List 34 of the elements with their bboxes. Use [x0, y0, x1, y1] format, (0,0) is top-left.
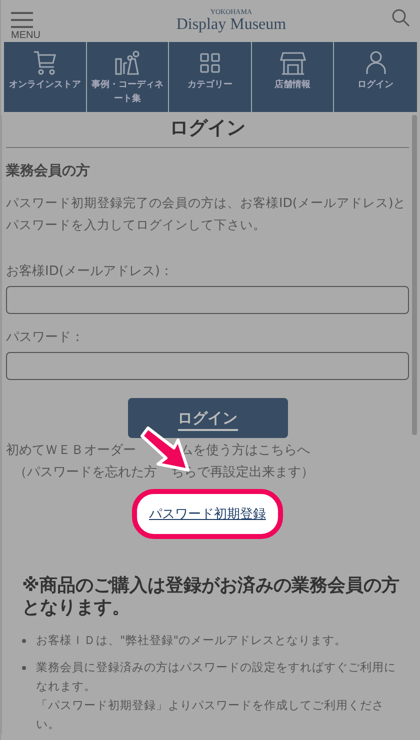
nav-item[interactable]: オンラインストア — [4, 42, 87, 112]
section-heading: 業務会員の方 — [6, 162, 91, 180]
nav-label: 店舗情報 — [274, 79, 312, 92]
page-title: ログイン — [168, 116, 246, 141]
bullet-icon — [22, 639, 26, 643]
nav-item[interactable]: 店舗情報 — [252, 42, 334, 112]
info-text: （パスワードを忘れた方 — [14, 465, 157, 480]
nav-item[interactable]: ログイン — [334, 42, 417, 112]
nav-item[interactable]: カテゴリー — [169, 42, 252, 112]
login-button[interactable]: ログイン — [128, 398, 288, 438]
nav-label: ログイン — [356, 79, 395, 92]
note-text: 「パスワード初期登録」よりパスワードを作成してご利用ください。 — [36, 697, 385, 733]
note-text: お客様ＩＤは、"弊社登録"のメールアドレスとなります。 — [36, 632, 347, 649]
logo-title[interactable]: Display Museum — [176, 16, 286, 34]
field-label: パスワード： — [6, 329, 85, 346]
nav-label: 事例・コーディネート集 — [90, 79, 164, 106]
intro-text: パスワード初期登録完了の会員の方は、お客様ID(メールアドレス)とパスワードを入力してログインして下さい。 — [6, 194, 408, 234]
nav-label: オンラインストア — [8, 79, 82, 92]
search-icon[interactable] — [392, 9, 410, 27]
items-icon — [113, 49, 142, 77]
note-text: 業務会員に登録済みの方はパスワードの設定をすればすぐご利用になれます。 — [36, 659, 397, 695]
register-link[interactable]: パスワード初期登録 — [132, 489, 283, 539]
menu-label[interactable]: MENU — [11, 30, 40, 40]
input-field[interactable] — [6, 286, 409, 314]
field-label: お客様ID(メールアドレス)： — [6, 263, 174, 280]
nav-item[interactable]: 事例・コーディネート集 — [86, 42, 170, 112]
menu-icon[interactable] — [11, 12, 33, 28]
store-icon — [278, 49, 307, 77]
scrollbar[interactable] — [412, 115, 417, 435]
info-text: 初めてＷＥＢオーダー — [6, 443, 136, 458]
notice-heading: ※商品のご購入は登録がお済みの業務会員の方となります。 — [22, 575, 400, 619]
nav-label: カテゴリー — [186, 79, 234, 92]
input-field[interactable] — [6, 352, 409, 380]
bullet-icon — [22, 666, 26, 670]
